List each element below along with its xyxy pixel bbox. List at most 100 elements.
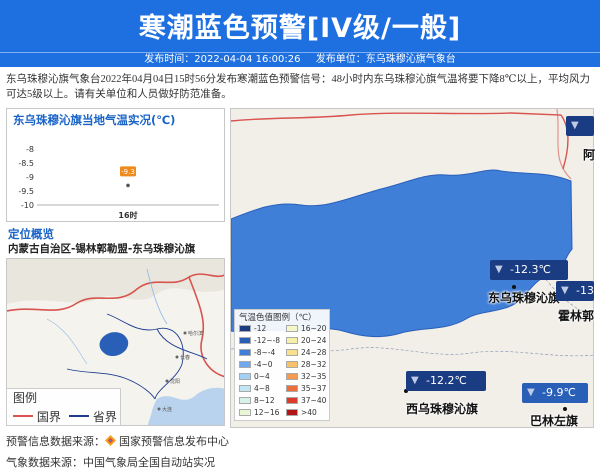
warning-source-label: 预警信息数据来源： bbox=[6, 436, 105, 448]
temperature-legend-label: 12~16 bbox=[254, 408, 280, 417]
temperature-legend-label: -12~-8 bbox=[254, 336, 281, 345]
color-swatch bbox=[239, 361, 251, 368]
location-panel: 定位概览 内蒙古自治区-锡林郭勒盟-东乌珠穆沁旗 bbox=[6, 224, 225, 258]
station-a-marker[interactable]: ▼ bbox=[566, 116, 594, 136]
color-swatch bbox=[239, 349, 251, 356]
city-label: 大连 bbox=[162, 406, 172, 413]
color-swatch bbox=[239, 385, 251, 392]
temperature-legend-item: -4~0 bbox=[239, 360, 273, 369]
station-xiwu-temp: -12.2℃ bbox=[426, 374, 467, 387]
temperature-legend-item: 28~32 bbox=[286, 360, 326, 369]
temperature-legend-label: -12 bbox=[254, 324, 267, 333]
national-border-line-icon bbox=[13, 415, 33, 417]
color-swatch bbox=[286, 385, 298, 392]
temperature-legend-label: -8~-4 bbox=[254, 348, 276, 357]
down-arrow-icon: ▼ bbox=[411, 375, 419, 386]
data-point[interactable] bbox=[126, 183, 130, 188]
warning-center-logo-icon bbox=[105, 435, 116, 446]
legend-title: 图例 bbox=[13, 391, 38, 405]
location-text: 内蒙古自治区-锡林郭勒盟-东乌珠穆沁旗 bbox=[8, 243, 196, 255]
city-label: 沈阳 bbox=[170, 378, 180, 385]
station-balin-name: 巴林左旗 bbox=[530, 414, 579, 428]
temperature-legend-item: 37~40 bbox=[286, 396, 326, 405]
color-swatch bbox=[239, 409, 251, 416]
temperature-legend-label: 20~24 bbox=[301, 336, 327, 345]
warning-source-link[interactable]: 国家预警信息发布中心 bbox=[119, 436, 229, 448]
temperature-legend-item: 16~20 bbox=[286, 324, 326, 333]
station-a-label: 阿 bbox=[583, 148, 596, 162]
color-swatch bbox=[286, 373, 298, 380]
temperature-legend-item: 0~4 bbox=[239, 372, 270, 381]
temperature-legend-label: 0~4 bbox=[254, 372, 270, 381]
y-tick-label: -8.5 bbox=[18, 159, 34, 168]
color-swatch bbox=[286, 337, 298, 344]
header-banner: 寒潮蓝色预警[IV级/一般] bbox=[0, 0, 600, 52]
station-dongwu-temp: -12.3℃ bbox=[510, 263, 551, 276]
temperature-legend-label: 32~35 bbox=[301, 372, 327, 381]
temperature-legend-label: 35~37 bbox=[301, 384, 327, 393]
temperature-panel-title: 东乌珠穆沁旗当地气温实况(℃) bbox=[13, 113, 176, 127]
publish-info-bar: 发布时间：2022-04-04 16:00:26 发布单位：东乌珠穆沁旗气象台 bbox=[0, 52, 600, 67]
temperature-legend-title: 气温色值图例（℃） bbox=[239, 313, 317, 323]
publish-time: 发布时间：2022-04-04 16:00:26 bbox=[144, 54, 301, 65]
map-legend: 图例 国界 省界 bbox=[6, 388, 121, 426]
temperature-legend-label: 4~8 bbox=[254, 384, 270, 393]
temperature-legend-item: -12 bbox=[239, 324, 266, 333]
location-title: 定位概览 bbox=[8, 227, 54, 241]
station-huolin-marker[interactable]: ▼ -13 bbox=[556, 281, 594, 301]
color-swatch bbox=[286, 409, 298, 416]
data-label: -9.3 bbox=[121, 168, 135, 176]
down-arrow-icon: ▼ bbox=[495, 264, 503, 275]
city-label: 哈尔滨 bbox=[188, 330, 203, 337]
down-arrow-icon: ▼ bbox=[527, 387, 535, 398]
temperature-legend-item: 8~12 bbox=[239, 396, 275, 405]
color-swatch bbox=[286, 397, 298, 404]
y-tick-label: -9.5 bbox=[18, 187, 34, 196]
station-dongwu-marker[interactable]: ▼ -12.3℃ bbox=[490, 260, 568, 280]
down-arrow-icon: ▼ bbox=[571, 120, 579, 131]
temperature-legend-item: >40 bbox=[286, 408, 317, 417]
temperature-legend-item: 24~28 bbox=[286, 348, 326, 357]
legend-province-label: 省界 bbox=[92, 410, 117, 424]
color-swatch bbox=[239, 337, 251, 344]
color-swatch bbox=[239, 373, 251, 380]
warning-title: 寒潮蓝色预警[IV级/一般] bbox=[138, 13, 462, 44]
legend-national-label: 国界 bbox=[36, 410, 61, 424]
y-tick-label: -9 bbox=[26, 173, 34, 182]
temperature-legend-item: 12~16 bbox=[239, 408, 279, 417]
station-huolin-name: 霍林郭 bbox=[558, 309, 595, 323]
x-tick-label: 16时 bbox=[118, 210, 137, 220]
temperature-legend-item: -8~-4 bbox=[239, 348, 275, 357]
province-border-line-icon bbox=[69, 415, 89, 417]
y-tick-label: -8 bbox=[26, 145, 34, 154]
down-arrow-icon: ▼ bbox=[561, 285, 569, 296]
station-xiwu-name: 西乌珠穆沁旗 bbox=[406, 402, 479, 416]
temperature-legend-label: >40 bbox=[301, 408, 317, 417]
temperature-legend-label: 37~40 bbox=[301, 396, 327, 405]
station-balin-temp: -9.9℃ bbox=[542, 386, 576, 399]
legend-province-border: 省界 bbox=[69, 408, 117, 425]
temperature-legend-label: 28~32 bbox=[301, 360, 327, 369]
temperature-legend-label: 16~20 bbox=[301, 324, 327, 333]
color-swatch bbox=[239, 325, 251, 332]
temperature-panel: -8 -8.5 -9 -9.5 -10 16时 -9.3 东乌珠穆沁旗当地气温实况(℃) bbox=[6, 108, 225, 222]
temperature-legend-label: -4~0 bbox=[254, 360, 273, 369]
publisher: 发布单位：东乌珠穆沁旗气象台 bbox=[315, 54, 456, 65]
station-xiwu-marker[interactable]: ▼ -12.2℃ bbox=[406, 371, 486, 391]
legend-national-border: 国界 bbox=[13, 408, 61, 425]
temperature-legend-item: -12~-8 bbox=[239, 336, 280, 345]
color-swatch bbox=[239, 397, 251, 404]
temperature-color-legend: 气温色值图例（℃） -12 -12~-8 -8~-4 -4~0 0~4 4~8 8~12 12… bbox=[234, 309, 330, 421]
color-swatch bbox=[286, 361, 298, 368]
station-balin-marker[interactable]: ▼ -9.9℃ bbox=[522, 383, 588, 403]
station-huolin-temp: -13 bbox=[576, 284, 594, 297]
color-swatch bbox=[286, 349, 298, 356]
temperature-legend-item: 20~24 bbox=[286, 336, 326, 345]
temperature-legend-label: 8~12 bbox=[254, 396, 275, 405]
temperature-legend-label: 24~28 bbox=[301, 348, 327, 357]
station-dongwu-name: 东乌珠穆沁旗 bbox=[488, 291, 561, 305]
weather-data-source: 气象数据来源：中国气象局全国自动站实况 bbox=[6, 457, 215, 469]
y-tick-label: -10 bbox=[21, 201, 34, 210]
city-label: 长春 bbox=[180, 354, 190, 361]
temperature-legend-item: 35~37 bbox=[286, 384, 326, 393]
